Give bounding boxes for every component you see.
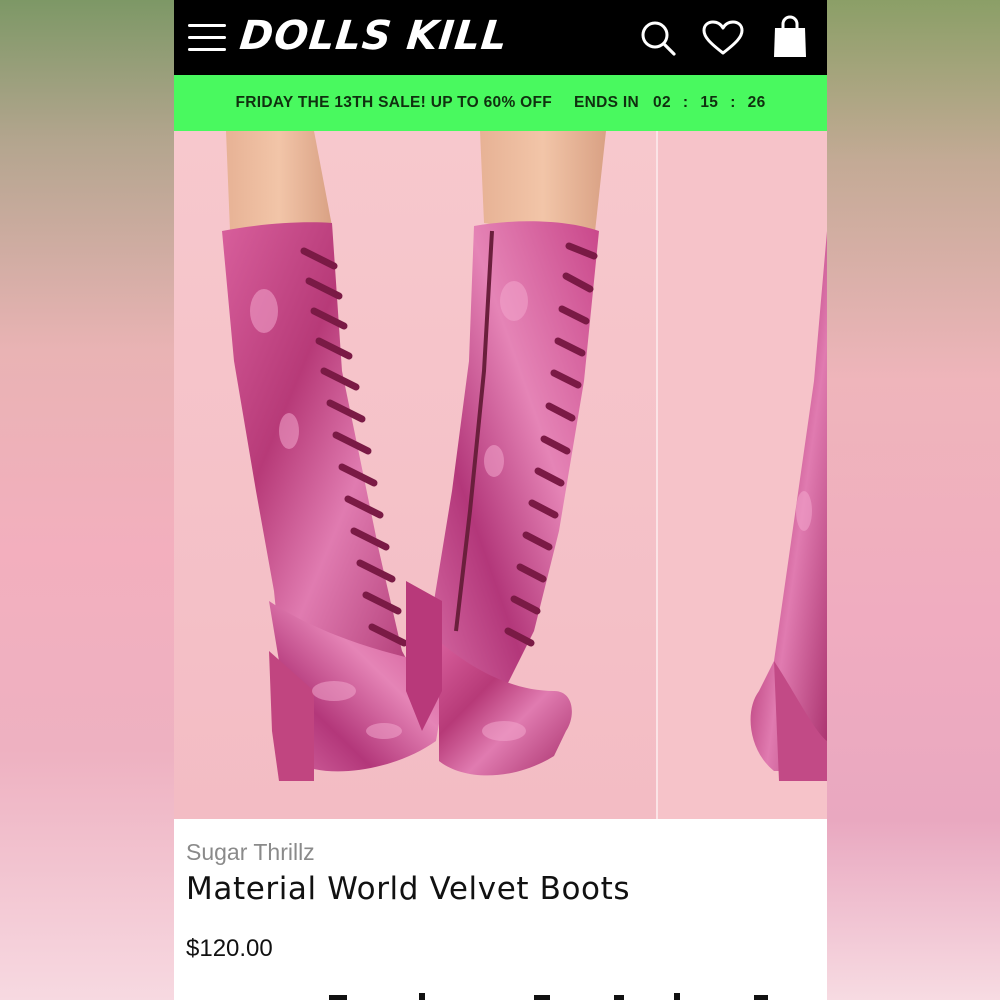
product-price: $120.00: [186, 935, 273, 962]
product-brand[interactable]: Sugar Thrillz: [186, 839, 315, 866]
phone-screen: DOLLS KILL FRIDAY THE 13TH SALE! UP TO 6…: [174, 0, 827, 1000]
background-blur-right: [827, 0, 1000, 1000]
menu-icon[interactable]: [188, 24, 226, 52]
countdown-separator: :: [730, 94, 736, 111]
product-title: Material World Velvet Boots: [186, 871, 631, 907]
ends-in-label: ENDS IN: [574, 94, 640, 111]
sale-text: FRIDAY THE 13TH SALE! UP TO 60% OFF: [235, 94, 553, 111]
bag-icon[interactable]: [772, 14, 808, 58]
countdown-minutes: 15: [700, 94, 719, 111]
brand-logo[interactable]: DOLLS KILL: [237, 10, 511, 62]
heart-icon[interactable]: [702, 20, 744, 56]
product-info: Sugar Thrillz Material World Velvet Boot…: [174, 819, 827, 1000]
countdown-separator: :: [682, 94, 689, 111]
partially-visible-content: [329, 993, 768, 1000]
countdown-seconds: 26: [747, 94, 766, 111]
product-photo: [174, 131, 827, 819]
site-header: DOLLS KILL: [174, 0, 827, 75]
countdown-hours: 02: [653, 94, 671, 111]
sale-banner[interactable]: FRIDAY THE 13TH SALE! UP TO 60% OFF ENDS…: [174, 75, 827, 131]
product-image-gallery[interactable]: [174, 131, 827, 819]
search-icon[interactable]: [640, 20, 676, 56]
background-blur-left: [0, 0, 174, 1000]
